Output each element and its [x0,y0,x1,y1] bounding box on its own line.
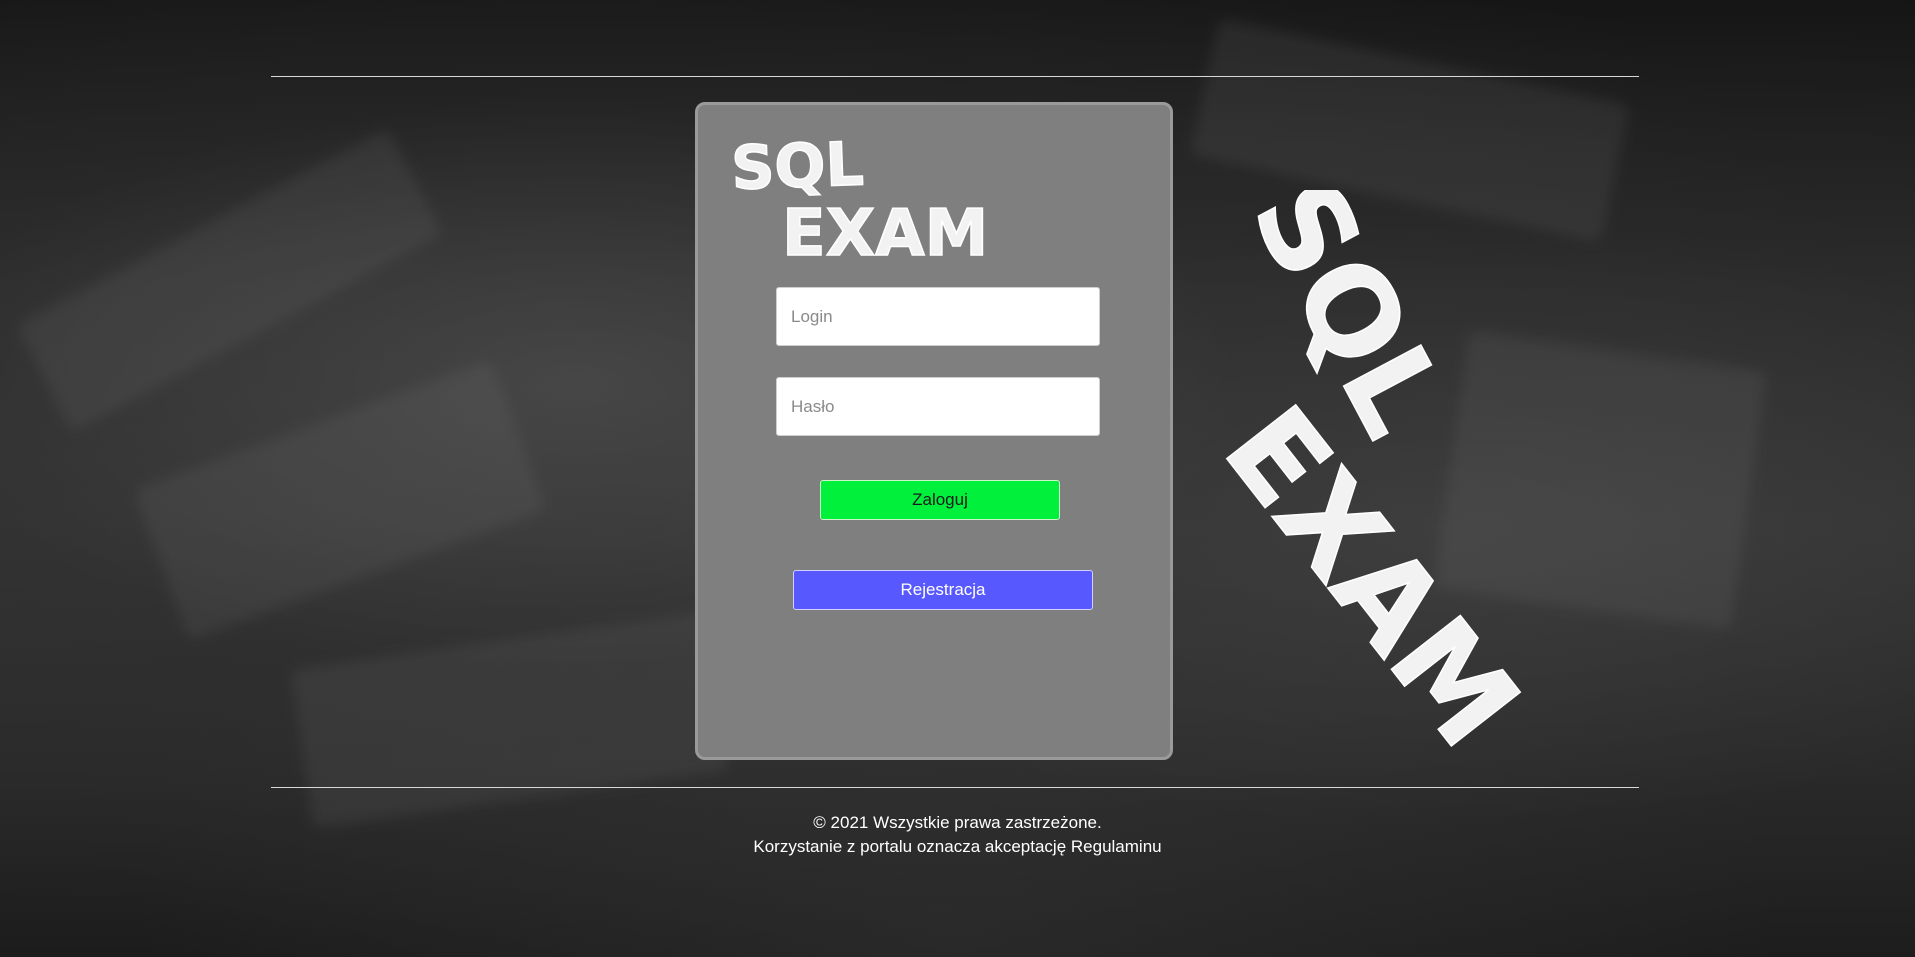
login-button[interactable]: Zaloguj [820,480,1060,520]
chalk-smudge [134,359,546,641]
logo-line-sql: SQL [730,131,865,204]
chalk-smudge [16,128,444,432]
logo-line-exam: EXAM [782,197,988,261]
register-button[interactable]: Rejestracja [793,570,1093,610]
chalk-smudge [290,611,730,829]
login-input[interactable] [776,287,1100,346]
password-input[interactable] [776,377,1100,436]
bottom-divider [271,787,1639,788]
sql-exam-large-logo: SQL EXAM [1196,190,1545,773]
login-panel: SQL EXAM Zaloguj Rejestracja [695,102,1173,760]
sql-exam-logo: SQL EXAM [730,131,989,261]
top-divider [271,76,1639,77]
footer-copyright: © 2021 Wszystkie prawa zastrzeżone. [813,813,1102,832]
footer-terms: Korzystanie z portalu oznacza akceptację… [753,837,1162,856]
